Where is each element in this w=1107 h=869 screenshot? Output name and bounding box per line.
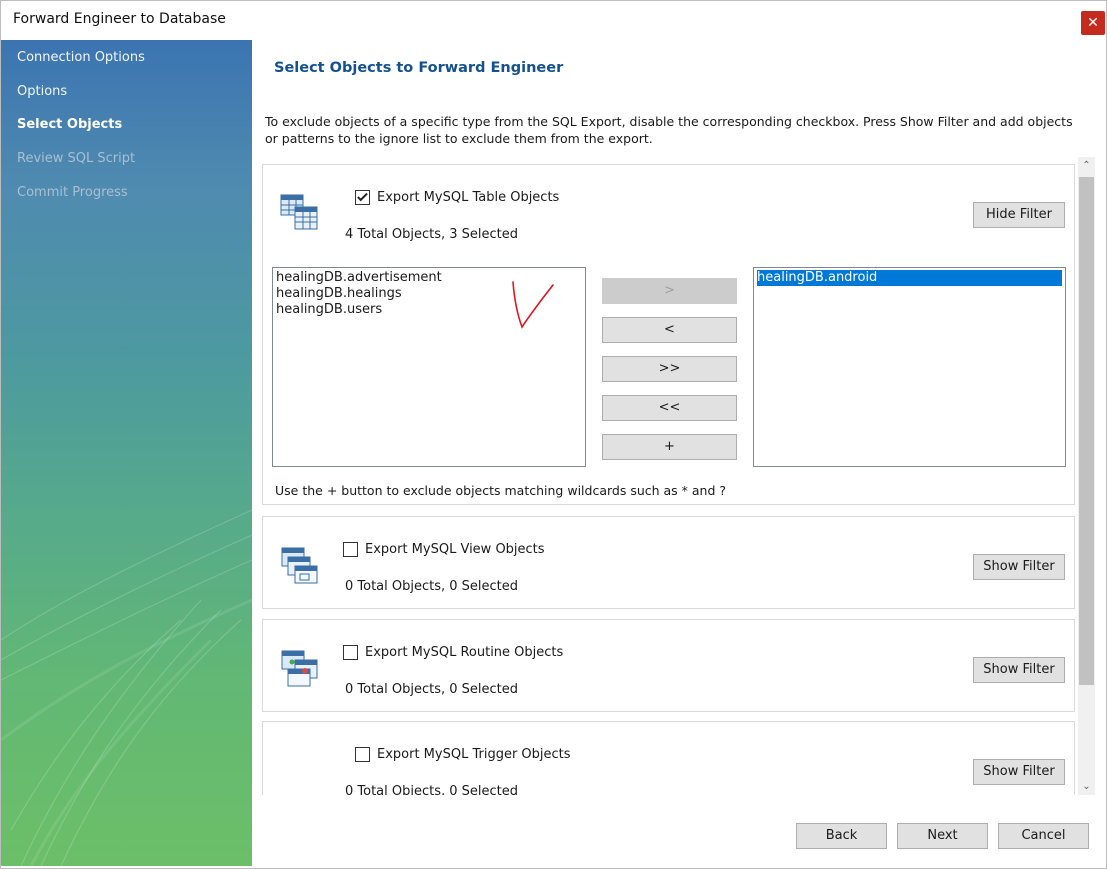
page-title: Select Objects to Forward Engineer	[274, 60, 564, 76]
export-tables-label: Export MySQL Table Objects	[377, 190, 560, 205]
scroll-up-icon[interactable]: ⌃	[1078, 157, 1095, 174]
routines-show-filter-button[interactable]: Show Filter	[973, 657, 1065, 683]
export-routines-checkbox[interactable]	[343, 645, 358, 660]
window-title: Forward Engineer to Database	[13, 11, 226, 27]
triggers-show-filter-button[interactable]: Show Filter	[973, 759, 1065, 785]
sidebar-item-options[interactable]: Options	[17, 84, 67, 99]
tables-count: 4 Total Objects, 3 Selected	[345, 227, 519, 242]
sidebar-item-commit-progress: Commit Progress	[17, 185, 128, 200]
table-objects-icon	[280, 194, 318, 230]
views-show-filter-button[interactable]: Show Filter	[973, 554, 1065, 580]
export-tables-checkbox-row[interactable]: Export MySQL Table Objects	[355, 190, 559, 205]
list-item[interactable]: healingDB.android	[757, 270, 1062, 286]
export-tables-checkbox[interactable]	[355, 190, 370, 205]
routine-objects-icon	[281, 650, 318, 687]
move-all-right-button[interactable]: >>	[602, 356, 737, 382]
export-triggers-checkbox[interactable]	[355, 747, 370, 762]
objects-scroll-area[interactable]: Export MySQL Table Objects 4 Total Objec…	[258, 157, 1098, 795]
trigger-objects-group: Export MySQL Trigger Objects 0 Total Obj…	[262, 721, 1075, 795]
move-right-button[interactable]: >	[602, 278, 737, 304]
back-button[interactable]: Back	[796, 823, 887, 849]
routine-objects-group: Export MySQL Routine Objects 0 Total Obj…	[262, 619, 1075, 712]
views-count: 0 Total Objects, 0 Selected	[345, 579, 519, 594]
cancel-button[interactable]: Cancel	[998, 823, 1089, 849]
export-views-checkbox[interactable]	[343, 542, 358, 557]
excluded-objects-list[interactable]: healingDB.android	[753, 267, 1066, 467]
export-routines-label: Export MySQL Routine Objects	[365, 645, 564, 660]
wildcard-hint: Use the + button to exclude objects matc…	[275, 483, 727, 498]
export-routines-checkbox-row[interactable]: Export MySQL Routine Objects	[343, 645, 563, 660]
export-views-label: Export MySQL View Objects	[365, 542, 545, 557]
export-triggers-checkbox-row[interactable]: Export MySQL Trigger Objects	[355, 747, 571, 762]
scroll-down-icon[interactable]: ⌄	[1078, 778, 1095, 795]
close-button[interactable]: ✕	[1081, 11, 1105, 35]
hide-filter-button[interactable]: Hide Filter	[973, 202, 1065, 228]
export-triggers-label: Export MySQL Trigger Objects	[377, 747, 571, 762]
routines-count: 0 Total Objects, 0 Selected	[345, 682, 519, 697]
add-pattern-button[interactable]: +	[602, 434, 737, 460]
move-all-left-button[interactable]: <<	[602, 395, 737, 421]
next-button[interactable]: Next	[897, 823, 988, 849]
table-objects-group: Export MySQL Table Objects 4 Total Objec…	[262, 164, 1075, 505]
scroll-thumb[interactable]	[1079, 177, 1094, 685]
page-description: To exclude objects of a specific type fr…	[265, 114, 1073, 146]
checkmark-icon	[357, 190, 368, 202]
view-objects-group: Export MySQL View Objects 0 Total Object…	[262, 516, 1075, 609]
export-views-checkbox-row[interactable]: Export MySQL View Objects	[343, 542, 545, 557]
handwritten-check-annotation	[512, 281, 554, 329]
close-icon: ✕	[1087, 15, 1099, 31]
triggers-count: 0 Total Objects, 0 Selected	[345, 784, 519, 795]
sidebar-item-connection-options[interactable]: Connection Options	[17, 50, 145, 65]
wizard-sidebar: Connection Options Options Select Object…	[1, 40, 252, 866]
dialog-window: Forward Engineer to Database ✕ Connectio…	[0, 0, 1107, 869]
view-objects-icon	[281, 547, 318, 584]
vertical-scrollbar[interactable]: ⌃ ⌄	[1078, 157, 1095, 795]
sidebar-item-select-objects[interactable]: Select Objects	[17, 117, 122, 132]
sidebar-item-review-sql-script: Review SQL Script	[17, 151, 136, 166]
title-bar: Forward Engineer to Database ✕	[1, 1, 1106, 39]
move-left-button[interactable]: <	[602, 317, 737, 343]
